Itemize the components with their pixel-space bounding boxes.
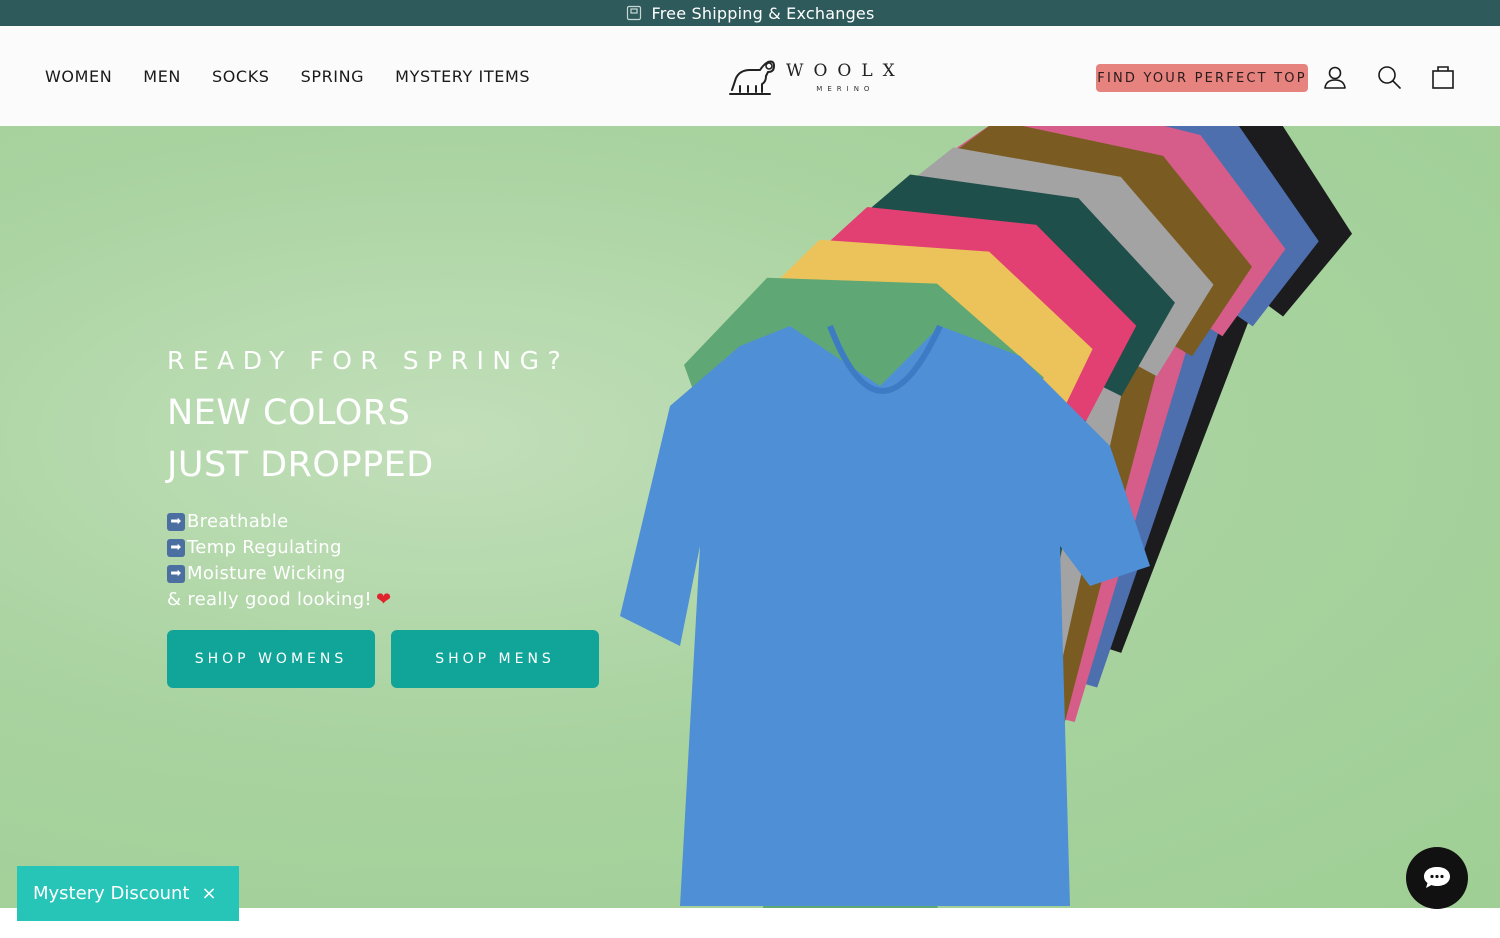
feature-label: Moisture Wicking bbox=[187, 563, 346, 584]
feature-item: ➡ Breathable bbox=[167, 509, 569, 535]
hero-headline-2: JUST DROPPED bbox=[167, 445, 434, 485]
mystery-discount-label: Mystery Discount bbox=[33, 883, 190, 904]
feature-label: Temp Regulating bbox=[187, 537, 342, 558]
site-header: WOMEN MEN SOCKS SPRING MYSTERY ITEMS WOO… bbox=[0, 26, 1500, 126]
chat-button[interactable] bbox=[1406, 847, 1468, 909]
nav-women[interactable]: WOMEN bbox=[45, 67, 112, 86]
arrow-right-icon: ➡ bbox=[167, 565, 185, 583]
hero-eyebrow: READY FOR SPRING? bbox=[167, 346, 570, 375]
announcement-bar: Free Shipping & Exchanges bbox=[0, 0, 1500, 26]
gift-box-icon bbox=[626, 5, 642, 21]
nav-men[interactable]: MEN bbox=[143, 67, 181, 86]
hero-headline-1: NEW COLORS bbox=[167, 393, 411, 433]
ram-logo-icon bbox=[729, 60, 775, 95]
hero-copy: READY FOR SPRING? NEW COLORS JUST DROPPE… bbox=[167, 346, 569, 613]
bag-icon[interactable] bbox=[1430, 64, 1456, 90]
user-icon[interactable] bbox=[1322, 64, 1348, 90]
logo-brand: WOOLX bbox=[786, 61, 905, 81]
tagline: & really good looking! ❤ bbox=[167, 587, 569, 613]
close-icon[interactable]: × bbox=[202, 883, 217, 904]
t-shirt-stack-image bbox=[620, 126, 1353, 908]
search-icon[interactable] bbox=[1376, 64, 1402, 90]
feature-label: Breathable bbox=[187, 511, 289, 532]
hero-banner: READY FOR SPRING? NEW COLORS JUST DROPPE… bbox=[0, 126, 1500, 908]
find-perfect-top-button[interactable]: FIND YOUR PERFECT TOP bbox=[1096, 64, 1308, 92]
mystery-discount-tab[interactable]: Mystery Discount × bbox=[17, 866, 239, 921]
shop-womens-button[interactable]: SHOP WOMENS bbox=[167, 630, 375, 688]
nav-spring[interactable]: SPRING bbox=[301, 67, 365, 86]
tagline-text: & really good looking! bbox=[167, 589, 372, 610]
feature-item: ➡ Temp Regulating bbox=[167, 535, 569, 561]
arrow-right-icon: ➡ bbox=[167, 513, 185, 531]
site-logo[interactable]: WOOLX MERINO bbox=[726, 54, 906, 100]
chat-bubble-icon bbox=[1424, 867, 1450, 888]
main-nav: WOMEN MEN SOCKS SPRING MYSTERY ITEMS bbox=[45, 26, 561, 126]
nav-mystery-items[interactable]: MYSTERY ITEMS bbox=[395, 67, 530, 86]
nav-socks[interactable]: SOCKS bbox=[212, 67, 270, 86]
feature-item: ➡ Moisture Wicking bbox=[167, 561, 569, 587]
arrow-right-icon: ➡ bbox=[167, 539, 185, 557]
shop-mens-button[interactable]: SHOP MENS bbox=[391, 630, 599, 688]
announcement-text: Free Shipping & Exchanges bbox=[651, 3, 875, 23]
logo-sub: MERINO bbox=[816, 85, 875, 93]
feature-list: ➡ Breathable ➡ Temp Regulating ➡ Moistur… bbox=[167, 509, 569, 613]
heart-icon: ❤ bbox=[375, 589, 392, 610]
